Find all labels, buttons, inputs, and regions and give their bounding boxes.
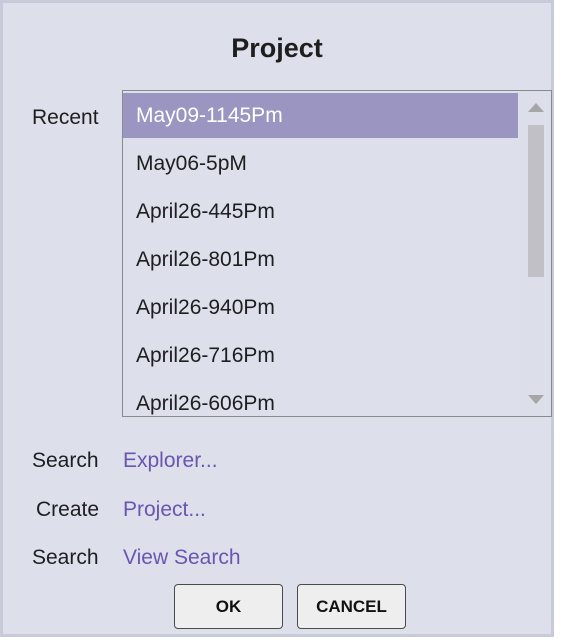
explorer-link[interactable]: Explorer...	[123, 449, 218, 473]
dialog-title: Project	[231, 33, 323, 63]
list-item-selected[interactable]: May09-1145Pm	[123, 93, 518, 138]
search-explorer-label: Search	[32, 449, 99, 472]
list-item[interactable]: April26-445Pm	[123, 189, 518, 234]
list-item[interactable]: April26-940Pm	[123, 285, 518, 330]
recent-label: Recent	[32, 106, 99, 129]
list-item[interactable]: April26-801Pm	[123, 237, 518, 282]
scroll-thumb[interactable]	[528, 125, 544, 277]
list-item[interactable]: May06-5pM	[123, 141, 518, 186]
ok-button[interactable]: OK	[174, 584, 283, 629]
search-view-label: Search	[32, 546, 99, 569]
create-project-label: Create	[36, 498, 100, 521]
project-link[interactable]: Project...	[123, 498, 206, 522]
scroll-down-arrow-icon[interactable]	[528, 395, 544, 404]
project-dialog: Project Recent May09-1145Pm May06-5pM Ap…	[0, 0, 554, 637]
recent-projects-list[interactable]: May09-1145Pm May06-5pM April26-445Pm Apr…	[122, 90, 552, 417]
scroll-up-arrow-icon[interactable]	[528, 103, 544, 112]
vertical-scrollbar[interactable]	[520, 91, 551, 416]
list-item[interactable]: April26-716Pm	[123, 333, 518, 378]
cancel-button[interactable]: CANCEL	[297, 584, 406, 629]
view-search-link[interactable]: View Search	[123, 546, 241, 570]
list-item[interactable]: April26-606Pm	[123, 381, 518, 416]
